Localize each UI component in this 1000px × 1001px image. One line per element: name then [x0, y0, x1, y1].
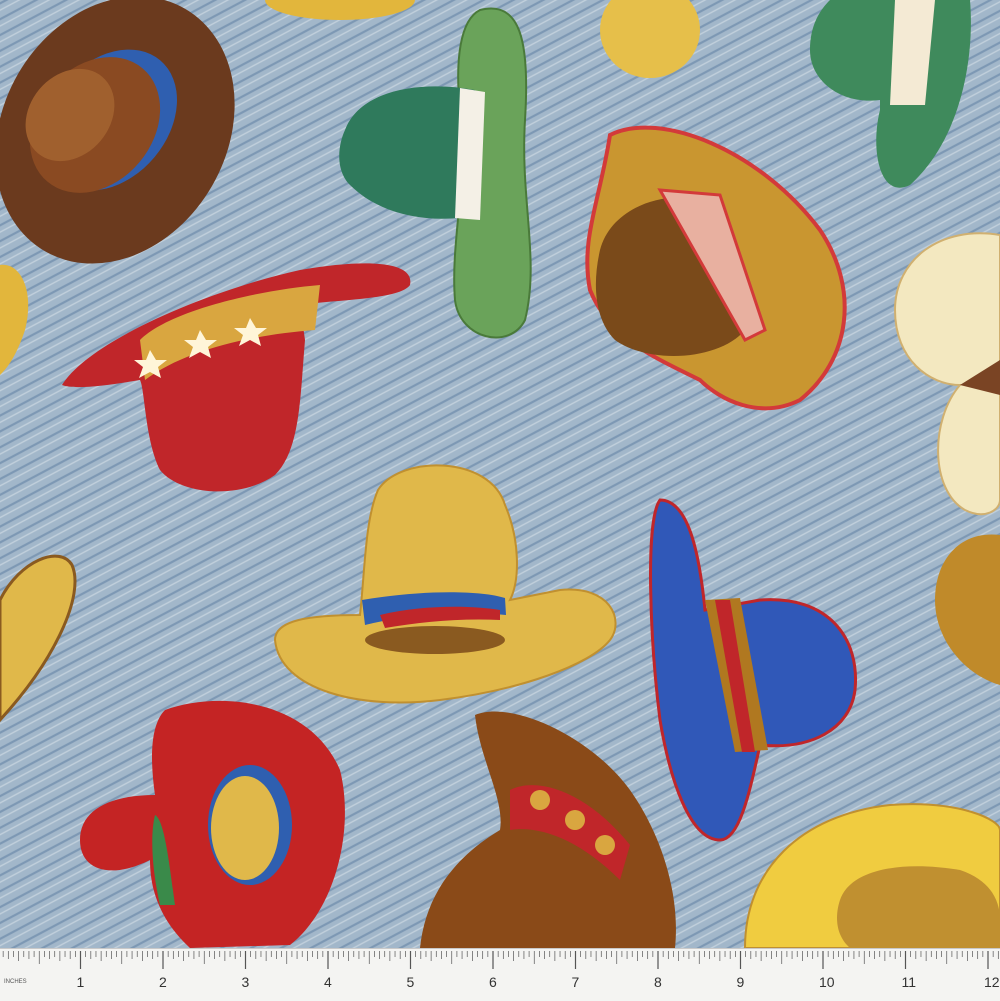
ruler-number: 3 — [242, 974, 250, 990]
ruler-number: 5 — [407, 974, 415, 990]
fabric-photo — [0, 0, 1000, 1000]
ruler-number: 12 — [984, 974, 1000, 990]
ruler-unit-label: INCHES — [4, 979, 27, 985]
ruler-number: 10 — [819, 974, 835, 990]
ruler-number: 8 — [654, 974, 662, 990]
ruler-number: 1 — [77, 974, 85, 990]
measuring-ruler: INCHES 1 2 3 4 5 6 7 8 9 10 11 12 — [0, 948, 1000, 1001]
ruler-number: 4 — [324, 974, 332, 990]
ruler-number: 11 — [902, 974, 917, 990]
ruler-number: 6 — [489, 974, 497, 990]
ruler-number: 9 — [737, 974, 745, 990]
ruler-number: 2 — [159, 974, 167, 990]
ruler-number: 7 — [572, 974, 580, 990]
